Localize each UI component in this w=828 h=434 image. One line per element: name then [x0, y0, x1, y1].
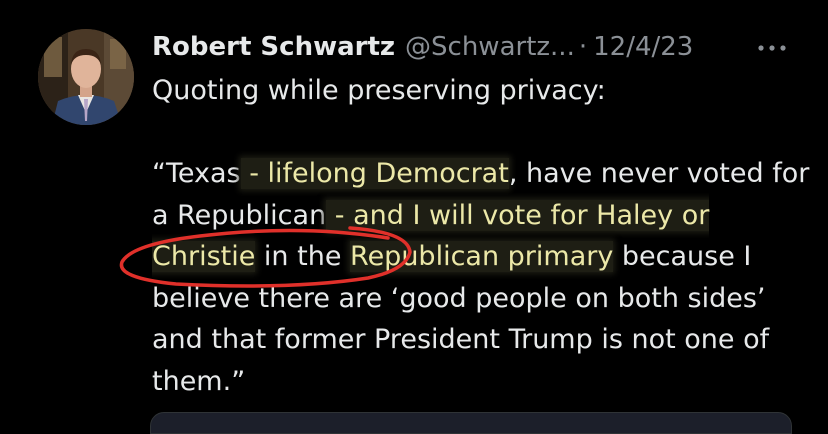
tweet-intro: Quoting while preserving privacy:	[152, 75, 606, 106]
avatar[interactable]	[38, 29, 134, 125]
tweet-quote: “Texas - lifelong Democrat, have never v…	[152, 153, 812, 402]
tweet[interactable]: Robert Schwartz @Schwartz... · 12/4/23 Q…	[0, 0, 828, 434]
tweet-date[interactable]: 12/4/23	[593, 30, 693, 64]
author-handle[interactable]: @Schwartz...	[405, 30, 575, 64]
tweet-text: Quoting while preserving privacy: “Texas…	[152, 70, 812, 402]
media-preview[interactable]	[150, 412, 792, 434]
quote-segment: in the	[255, 241, 351, 272]
quote-segment: “Texas	[152, 158, 241, 189]
more-horizontal-icon	[758, 45, 786, 51]
highlighted-text: - lifelong Democrat	[240, 158, 509, 189]
highlighted-text: Republican primary	[350, 241, 614, 272]
tweet-header: Robert Schwartz @Schwartz... · 12/4/23	[152, 30, 693, 64]
author-name[interactable]: Robert Schwartz	[152, 30, 395, 64]
avatar-photo	[38, 29, 134, 125]
more-icon[interactable]	[752, 32, 792, 62]
separator-dot: ·	[578, 32, 588, 62]
